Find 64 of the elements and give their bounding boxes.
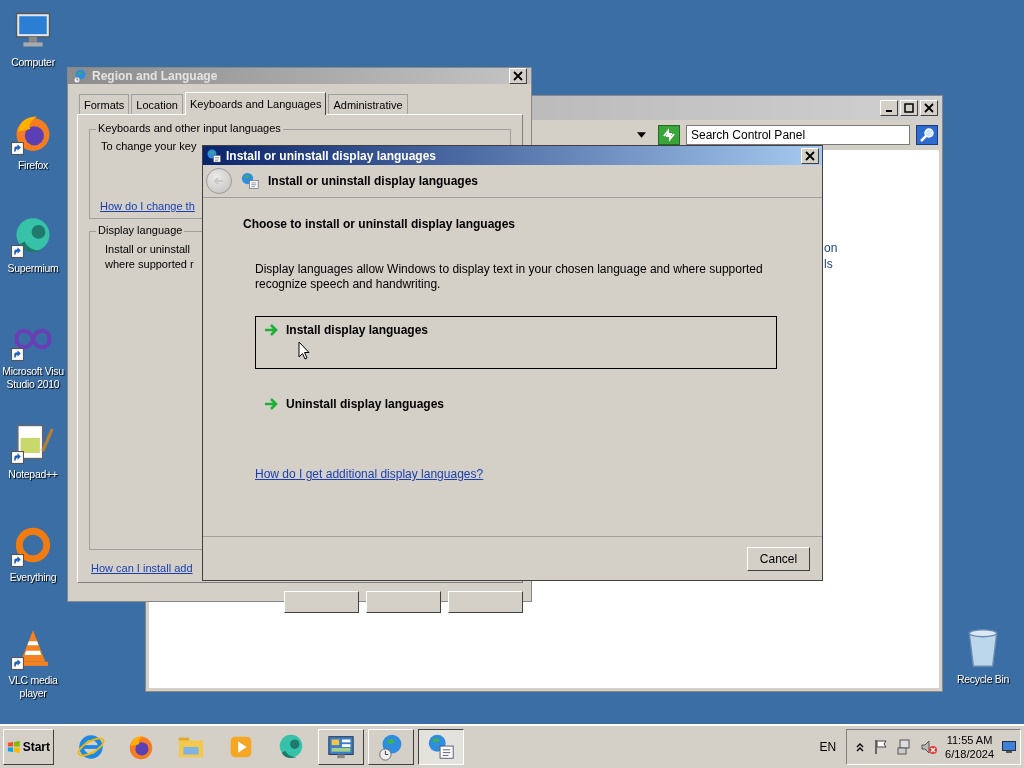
help-link[interactable]: How do I change th [100, 200, 195, 212]
refresh-arrows-icon [661, 127, 677, 143]
link-text[interactable]: on [824, 240, 838, 256]
desktop-icon-label[interactable]: Everything [9, 571, 57, 584]
close-button[interactable] [920, 100, 938, 116]
globe-clock-icon[interactable] [72, 68, 88, 84]
tab[interactable]: Administrative [328, 94, 408, 114]
search-button[interactable] [916, 125, 938, 145]
desktop-icon-label[interactable]: Computer [11, 56, 55, 69]
desktop-icon-label[interactable]: Firefox [18, 159, 48, 172]
minimize-button[interactable] [880, 100, 898, 116]
volume-muted-icon[interactable] [921, 739, 938, 755]
chevron-up-icon[interactable] [855, 742, 866, 752]
close-icon [513, 71, 523, 81]
close-icon [805, 150, 815, 161]
dropdown-arrow-icon[interactable] [637, 132, 646, 138]
dialog-button[interactable] [366, 591, 441, 613]
help-link[interactable]: How can I install add [91, 562, 193, 574]
description-text: Display languages allow Windows to display text in your chosen language and where supported recognize speech and handwriting. [255, 262, 764, 292]
command-link[interactable]: Uninstall display languages [255, 390, 777, 443]
page-title: Install or uninstall display languages [268, 174, 479, 188]
clock-time[interactable]: 11:55 AM [946, 733, 993, 747]
cancel-button[interactable]: Cancel [747, 546, 810, 571]
maximize-icon [904, 103, 914, 113]
desktop-icon-label[interactable]: Recycle Bin [956, 673, 1010, 686]
section-heading: Choose to install or uninstall display languages [243, 217, 516, 231]
clock-date[interactable]: 6/18/2024 [945, 747, 994, 761]
dialog-button[interactable] [284, 591, 359, 613]
tab[interactable]: Keyboards and Languages [184, 92, 327, 115]
search-icon [919, 127, 935, 143]
desktop-icon-label[interactable]: Supermium [7, 262, 59, 275]
command-link[interactable]: Install display languages [255, 316, 777, 369]
taskbar-button[interactable] [418, 729, 464, 765]
window-title: Region and Language [92, 69, 219, 83]
globe-list-icon[interactable] [206, 147, 222, 164]
group-legend: Display language [96, 224, 185, 236]
group-text: To change your key [101, 140, 197, 152]
flag-icon[interactable] [873, 739, 890, 755]
show-desktop-icon[interactable] [1002, 741, 1016, 753]
minimize-icon [886, 110, 892, 112]
group-text: Install or uninstall where supported r [105, 242, 194, 272]
close-button[interactable] [801, 147, 819, 164]
arrow-icon [264, 323, 278, 337]
windows-flag-icon [7, 739, 21, 755]
help-link[interactable]: How do I get additional display languages? [255, 467, 484, 481]
desktop-icon-label[interactable]: VLC media player [0, 674, 66, 700]
tab[interactable]: Formats [79, 94, 130, 114]
link-text[interactable]: ls [824, 256, 833, 272]
close-button[interactable] [509, 68, 527, 84]
maximize-button[interactable] [900, 100, 918, 116]
group-legend: Keyboards and other input languages [96, 122, 283, 134]
cursor-icon [298, 341, 310, 360]
desktop-icon-label[interactable]: Notepad++ [8, 468, 58, 481]
desktop-icon-label[interactable]: Microsoft Visu Studio 2010 [2, 365, 64, 391]
language-indicator[interactable]: EN [819, 740, 837, 754]
dialog-button[interactable] [448, 591, 523, 613]
arrow-icon [264, 397, 278, 411]
back-arrow-icon [213, 175, 225, 187]
start-button[interactable]: Start [3, 729, 54, 765]
close-icon [924, 103, 934, 113]
window-title: Install or uninstall display languages [226, 148, 438, 163]
tab[interactable]: Location [131, 94, 183, 114]
refresh-button[interactable] [658, 125, 680, 145]
search-field[interactable]: Search Control Panel [686, 125, 910, 145]
